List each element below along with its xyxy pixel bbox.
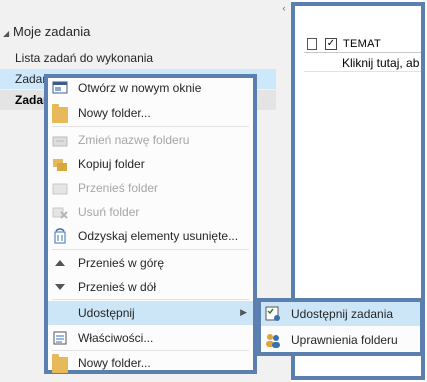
menu-item-move-folder: Przenieś folder [48, 176, 253, 200]
menu-item-new-folder-2[interactable]: Nowy folder... [48, 351, 253, 375]
menu-item-share[interactable]: Udostępnij ▶ [48, 301, 253, 325]
menu-item-label: Otwórz w nowym oknie [78, 81, 202, 95]
folder-icon [52, 104, 68, 123]
collapse-pane-icon[interactable]: ‹ [278, 2, 290, 14]
menu-item-recover-deleted[interactable]: Odzyskaj elementy usunięte... [48, 224, 253, 248]
menu-item-label: Odzyskaj elementy usunięte... [78, 229, 239, 243]
folder-group-label: Moje zadania [13, 24, 91, 39]
menu-item-delete-folder: Usuń folder [48, 200, 253, 224]
menu-item-label: Właściwości... [78, 331, 154, 345]
folder-icon [52, 354, 68, 373]
move-folder-icon [52, 183, 68, 195]
menu-item-label: Usuń folder [78, 205, 140, 219]
menu-item-properties[interactable]: Właściwości... [48, 326, 253, 350]
submenu-item-label: Udostępnij zadania [291, 307, 394, 321]
submenu-arrow-icon: ▶ [240, 307, 247, 317]
menu-item-label: Przenieś w górę [78, 256, 165, 270]
menu-item-move-up[interactable]: Przenieś w górę [48, 251, 253, 275]
menu-item-label: Zmień nazwę folderu [78, 133, 190, 147]
menu-item-rename-folder: Zmień nazwę folderu [48, 128, 253, 152]
copy-folder-icon [53, 159, 67, 171]
menu-item-new-folder[interactable]: Nowy folder... [48, 101, 253, 125]
arrow-up-icon [55, 260, 65, 266]
menu-item-label: Przenieś w dół [78, 280, 157, 294]
menu-item-copy-folder[interactable]: Kopiuj folder [48, 152, 253, 176]
arrow-down-icon [55, 284, 65, 290]
submenu-item-label: Uprawnienia folderu [291, 333, 398, 347]
menu-item-label: Kopiuj folder [78, 157, 145, 171]
delete-folder-icon [52, 207, 68, 219]
share-tasks-icon [265, 306, 280, 321]
recover-deleted-icon [54, 228, 66, 244]
folder-group-my-tasks[interactable]: ◢ Moje zadania [3, 24, 90, 40]
menu-item-label: Przenieś folder [78, 181, 159, 195]
properties-icon [53, 331, 67, 345]
menu-separator [52, 249, 249, 250]
open-window-icon [52, 81, 68, 94]
submenu-item-share-tasks[interactable]: Udostępnij zadania [261, 302, 420, 326]
menu-item-open-new-window[interactable]: Otwórz w nowym oknie [48, 76, 253, 100]
nav-item-todo-list[interactable]: Lista zadań do wykonania [15, 48, 291, 68]
folder-permissions-icon [266, 334, 280, 348]
rename-folder-icon [52, 136, 68, 147]
submenu-item-folder-permissions[interactable]: Uprawnienia folderu [261, 328, 420, 352]
menu-item-label: Udostępnij [78, 306, 135, 320]
menu-item-label: Nowy folder... [78, 106, 151, 120]
menu-item-move-down[interactable]: Przenieś w dół [48, 275, 253, 299]
menu-separator [52, 126, 249, 127]
expand-arrow-icon[interactable]: ◢ [3, 29, 13, 38]
menu-item-label: Nowy folder... [78, 356, 151, 370]
menu-separator [52, 299, 249, 300]
